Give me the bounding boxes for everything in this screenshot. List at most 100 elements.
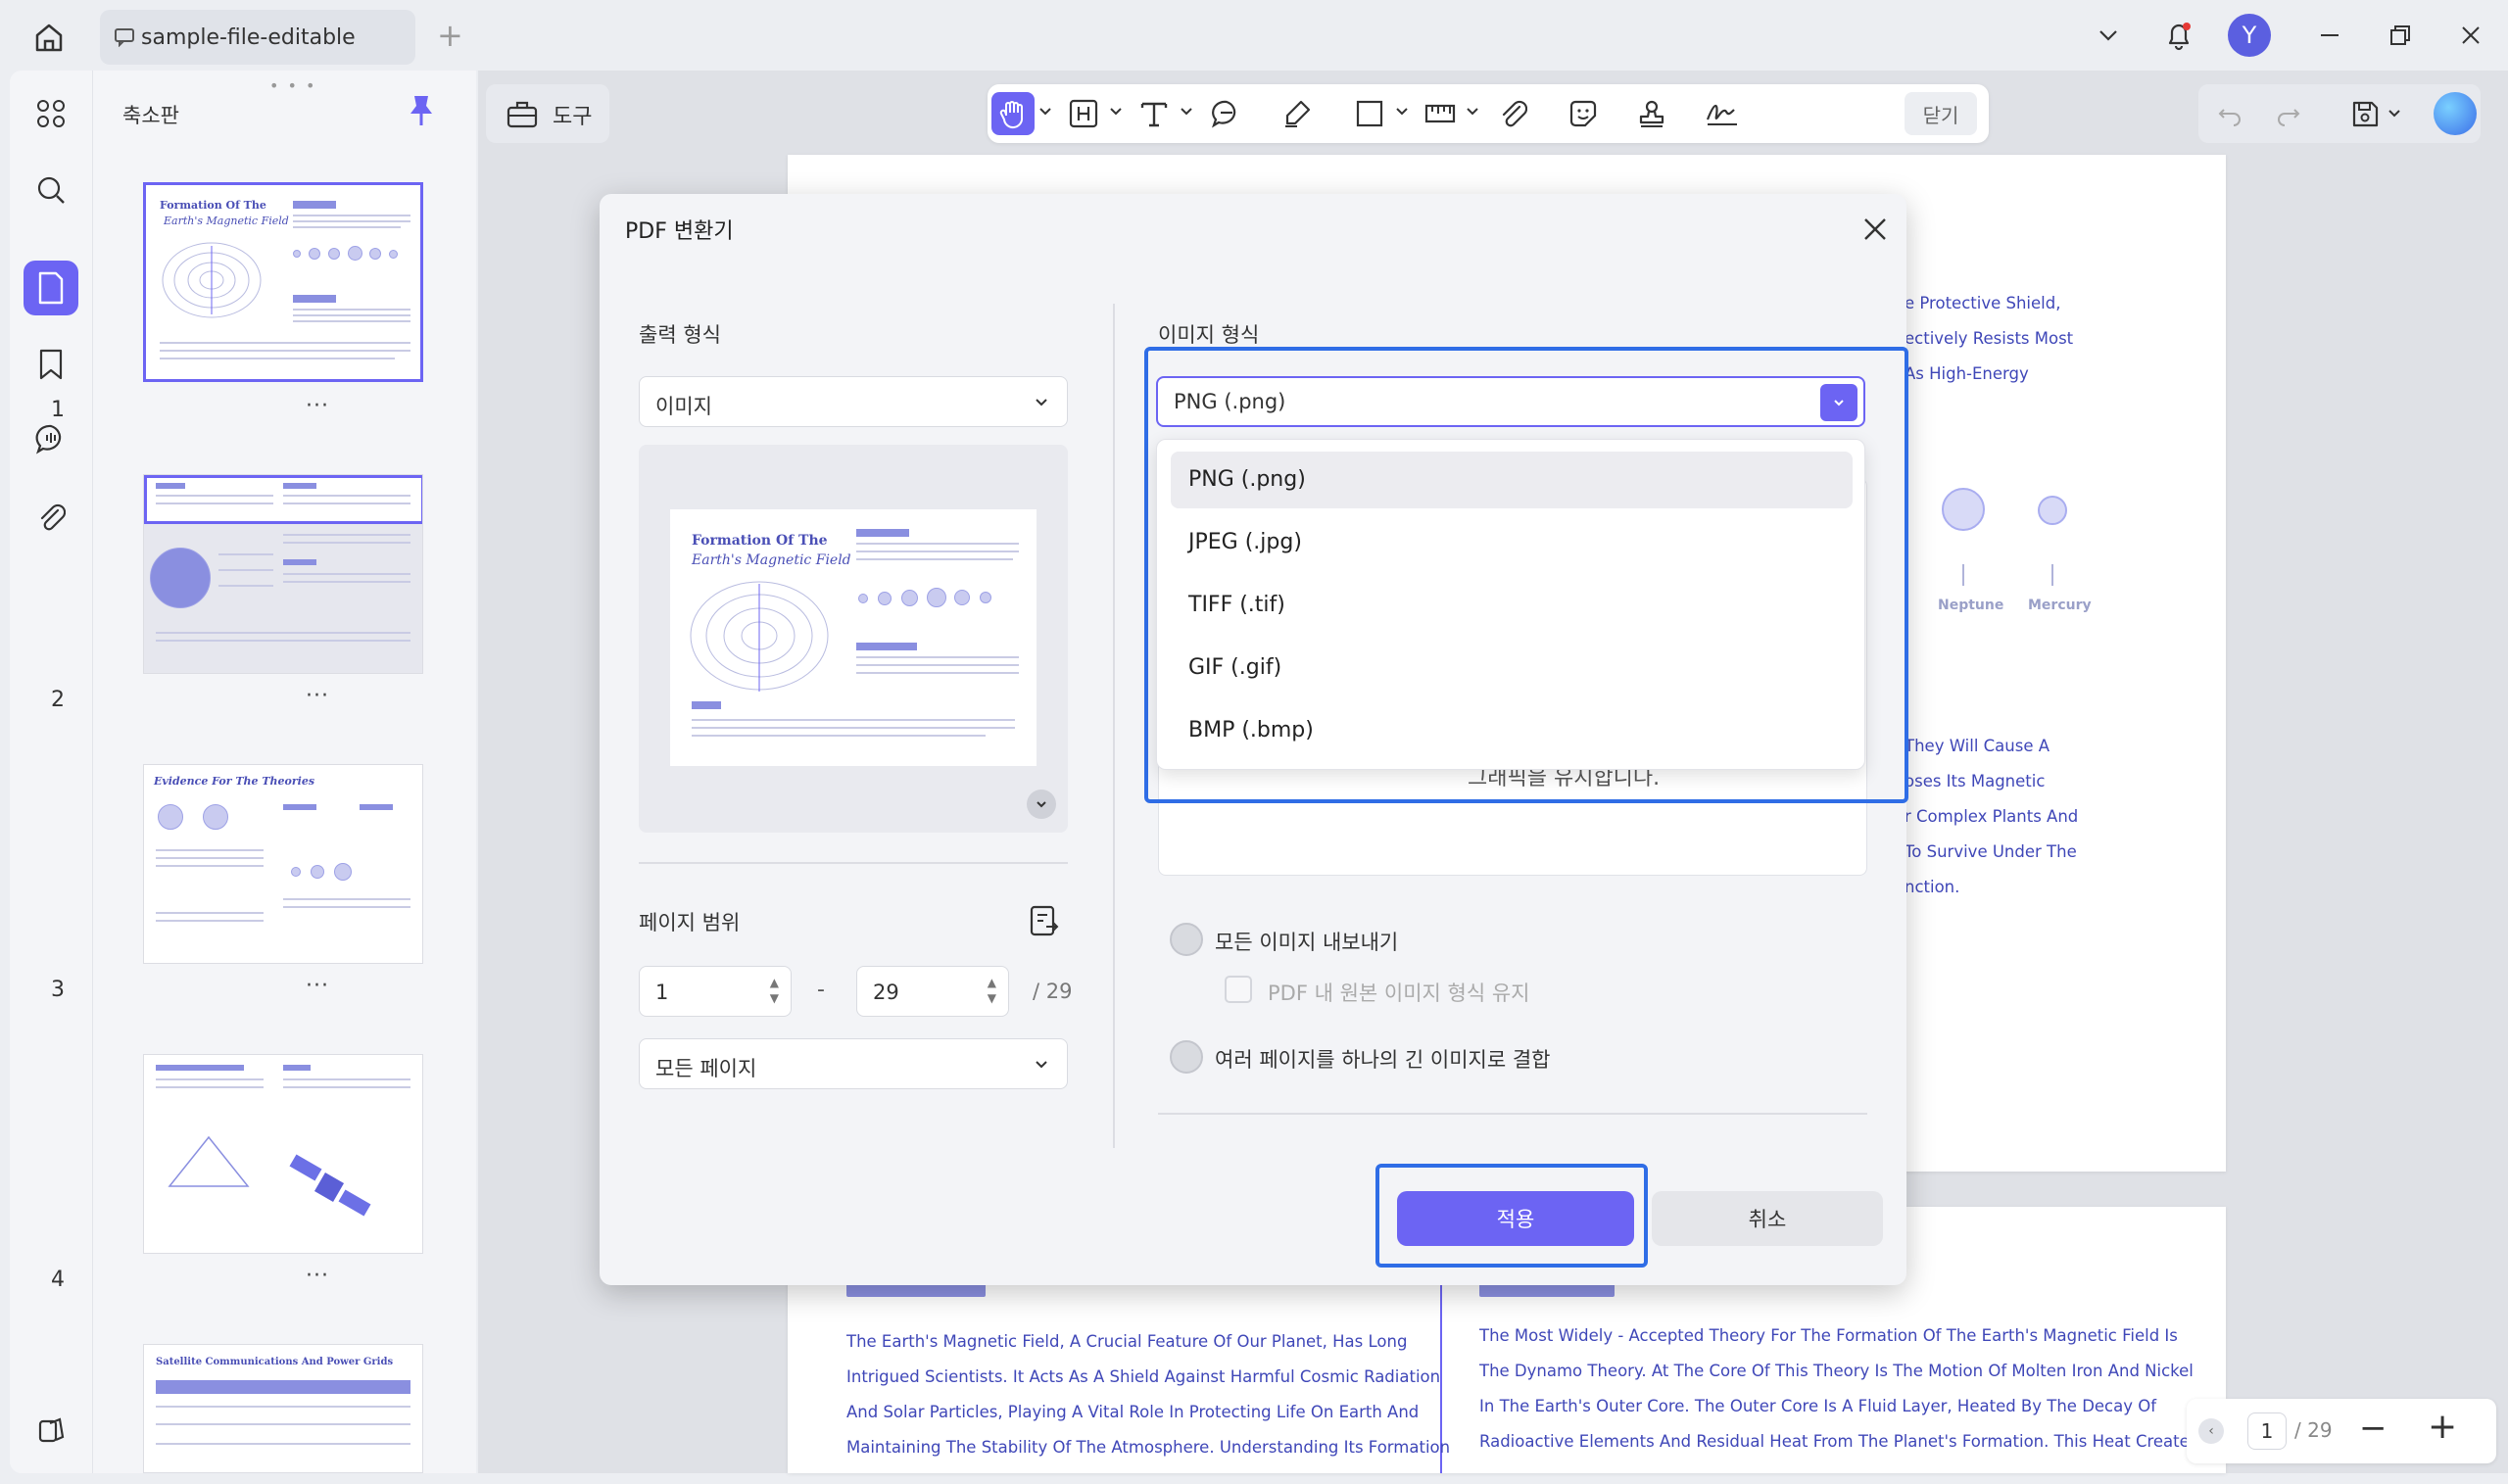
- page-range-end-input[interactable]: 29 ▲ ▼: [856, 966, 1009, 1017]
- thumbnails-page-icon[interactable]: [24, 261, 78, 315]
- format-option-png[interactable]: PNG (.png): [1171, 452, 1853, 508]
- attachment-icon[interactable]: [24, 490, 78, 545]
- format-option-gif[interactable]: GIF (.gif): [1171, 640, 1853, 696]
- chevron-down-icon[interactable]: [1395, 104, 1409, 118]
- preview-subtitle: Earth's Magnetic Field: [692, 552, 851, 568]
- sticker-icon[interactable]: [1562, 92, 1605, 135]
- planet-label: Mercury: [2028, 598, 2092, 613]
- undo-icon[interactable]: [2210, 94, 2249, 133]
- annotation-toolbar: 닫기: [988, 84, 1989, 143]
- stamp-icon[interactable]: [1630, 92, 1673, 135]
- previous-page-icon[interactable]: ‹: [2198, 1418, 2224, 1444]
- stepper-arrows-icon[interactable]: ▲ ▼: [988, 975, 996, 1006]
- dialog-title: PDF 변환기: [625, 219, 734, 244]
- measure-ruler-icon[interactable]: [1419, 92, 1462, 135]
- thumbnail-more-button[interactable]: ···: [306, 974, 329, 998]
- chevron-down-icon[interactable]: [1109, 104, 1123, 118]
- history-toolbar: [2198, 84, 2481, 143]
- shape-rectangle-icon[interactable]: [1348, 92, 1391, 135]
- hand-tool-icon[interactable]: [991, 92, 1035, 135]
- new-tab-button[interactable]: +: [437, 18, 463, 53]
- thumbnail-title: Evidence For The Theories: [154, 775, 315, 788]
- thumbnail-more-button[interactable]: ···: [306, 1264, 329, 1288]
- thumbnail-subtitle: Earth's Magnetic Field: [164, 215, 289, 227]
- page-subset-select[interactable]: 모든 페이지: [639, 1038, 1068, 1089]
- stepper-arrows-icon[interactable]: ▲ ▼: [770, 975, 779, 1006]
- tools-button[interactable]: 도구: [486, 84, 609, 143]
- thumbnail-page-2[interactable]: [143, 474, 423, 674]
- close-window-icon[interactable]: [2451, 16, 2490, 55]
- panel-drag-handle[interactable]: • • •: [269, 76, 316, 95]
- page-range-start-input[interactable]: 1 ▲ ▼: [639, 966, 792, 1017]
- radio-button[interactable]: [1170, 923, 1203, 956]
- zoom-in-button[interactable]: +: [2428, 1407, 2457, 1447]
- chevron-down-icon[interactable]: [2385, 94, 2404, 133]
- checkbox[interactable]: [1225, 976, 1252, 1003]
- thumbnail-page-3[interactable]: Evidence For The Theories: [143, 764, 423, 964]
- thumbnail-title: Satellite Communications And Power Grids: [156, 1357, 394, 1367]
- cancel-button[interactable]: 취소: [1652, 1191, 1883, 1246]
- thumbnail-more-button[interactable]: ···: [306, 684, 329, 708]
- chevron-down-icon[interactable]: [1820, 384, 1857, 421]
- option-label: GIF (.gif): [1188, 655, 1282, 680]
- minimize-icon[interactable]: [2310, 16, 2349, 55]
- divider: [1158, 1113, 1867, 1115]
- restore-window-icon[interactable]: [2381, 16, 2420, 55]
- close-toolbar-button[interactable]: 닫기: [1905, 92, 1977, 135]
- text-tool-icon[interactable]: [1133, 92, 1176, 135]
- header-text-icon[interactable]: [1062, 92, 1105, 135]
- planet-mercury-graphic: [2038, 496, 2067, 525]
- comment-tool-icon[interactable]: [1205, 92, 1248, 135]
- zoom-out-button[interactable]: −: [2359, 1409, 2387, 1448]
- chevron-down-icon[interactable]: [1180, 104, 1193, 118]
- toolbox-icon: [506, 98, 539, 133]
- option-label: BMP (.bmp): [1188, 718, 1314, 742]
- pin-icon[interactable]: [407, 94, 436, 127]
- attach-file-icon[interactable]: [1491, 92, 1534, 135]
- thumbnail-page-4[interactable]: [143, 1054, 423, 1254]
- option-label: TIFF (.tif): [1188, 593, 1285, 617]
- column-divider: [1113, 304, 1115, 1148]
- apply-button[interactable]: 적용: [1397, 1191, 1634, 1246]
- thumbnail-page-5[interactable]: Satellite Communications And Power Grids: [143, 1344, 423, 1473]
- bookmark-icon[interactable]: [24, 337, 78, 392]
- doc-text-line: As High-Energy: [1905, 364, 2029, 383]
- avatar[interactable]: Y: [2228, 14, 2271, 57]
- page-range-icon[interactable]: [1027, 903, 1062, 938]
- thumbnail-page-1[interactable]: Formation Of The Earth's Magnetic Field: [143, 182, 423, 382]
- chevron-down-icon[interactable]: [2089, 16, 2128, 55]
- thumbnail-number-1: 1: [51, 398, 65, 422]
- thumbnail-number-4: 4: [51, 1268, 65, 1292]
- highlighter-icon[interactable]: [1276, 92, 1319, 135]
- chevron-down-icon[interactable]: [1027, 790, 1056, 819]
- theme-toggle-icon[interactable]: [24, 1403, 78, 1458]
- output-format-select[interactable]: 이미지: [639, 376, 1068, 427]
- document-tab[interactable]: sample-file-editable: [100, 10, 415, 65]
- format-option-tiff[interactable]: TIFF (.tif): [1171, 577, 1853, 634]
- apps-grid-icon[interactable]: [24, 86, 78, 141]
- format-option-jpeg[interactable]: JPEG (.jpg): [1171, 514, 1853, 571]
- notification-bell-icon[interactable]: [2159, 16, 2198, 55]
- thumbnail-more-button[interactable]: ···: [306, 394, 329, 418]
- radio-button[interactable]: [1170, 1040, 1203, 1074]
- redo-icon[interactable]: [2269, 94, 2308, 133]
- search-icon[interactable]: [24, 163, 78, 217]
- home-icon[interactable]: [29, 18, 69, 57]
- chevron-down-icon[interactable]: [1466, 104, 1479, 118]
- page-range-label: 페이지 범위: [639, 911, 741, 934]
- close-icon[interactable]: [1857, 212, 1893, 247]
- image-format-select[interactable]: PNG (.png): [1156, 376, 1865, 427]
- save-icon[interactable]: [2345, 94, 2385, 133]
- page-range-total: / 29: [1033, 980, 1073, 1003]
- chevron-down-icon[interactable]: [1038, 104, 1052, 118]
- page-number-input[interactable]: 1: [2247, 1412, 2287, 1450]
- planet-label: Neptune: [1938, 598, 2004, 613]
- format-option-bmp[interactable]: BMP (.bmp): [1171, 702, 1853, 759]
- signature-icon[interactable]: [1701, 92, 1744, 135]
- doc-text-line: To Survive Under The: [1905, 842, 2077, 861]
- ai-assistant-icon[interactable]: [2434, 92, 2477, 135]
- doc-text-line: oses Its Magnetic: [1905, 772, 2046, 790]
- keep-original-format-label: PDF 내 원본 이미지 형식 유지: [1268, 981, 1530, 1005]
- page-range-start-value: 1: [655, 981, 669, 1004]
- tools-label: 도구: [553, 105, 593, 129]
